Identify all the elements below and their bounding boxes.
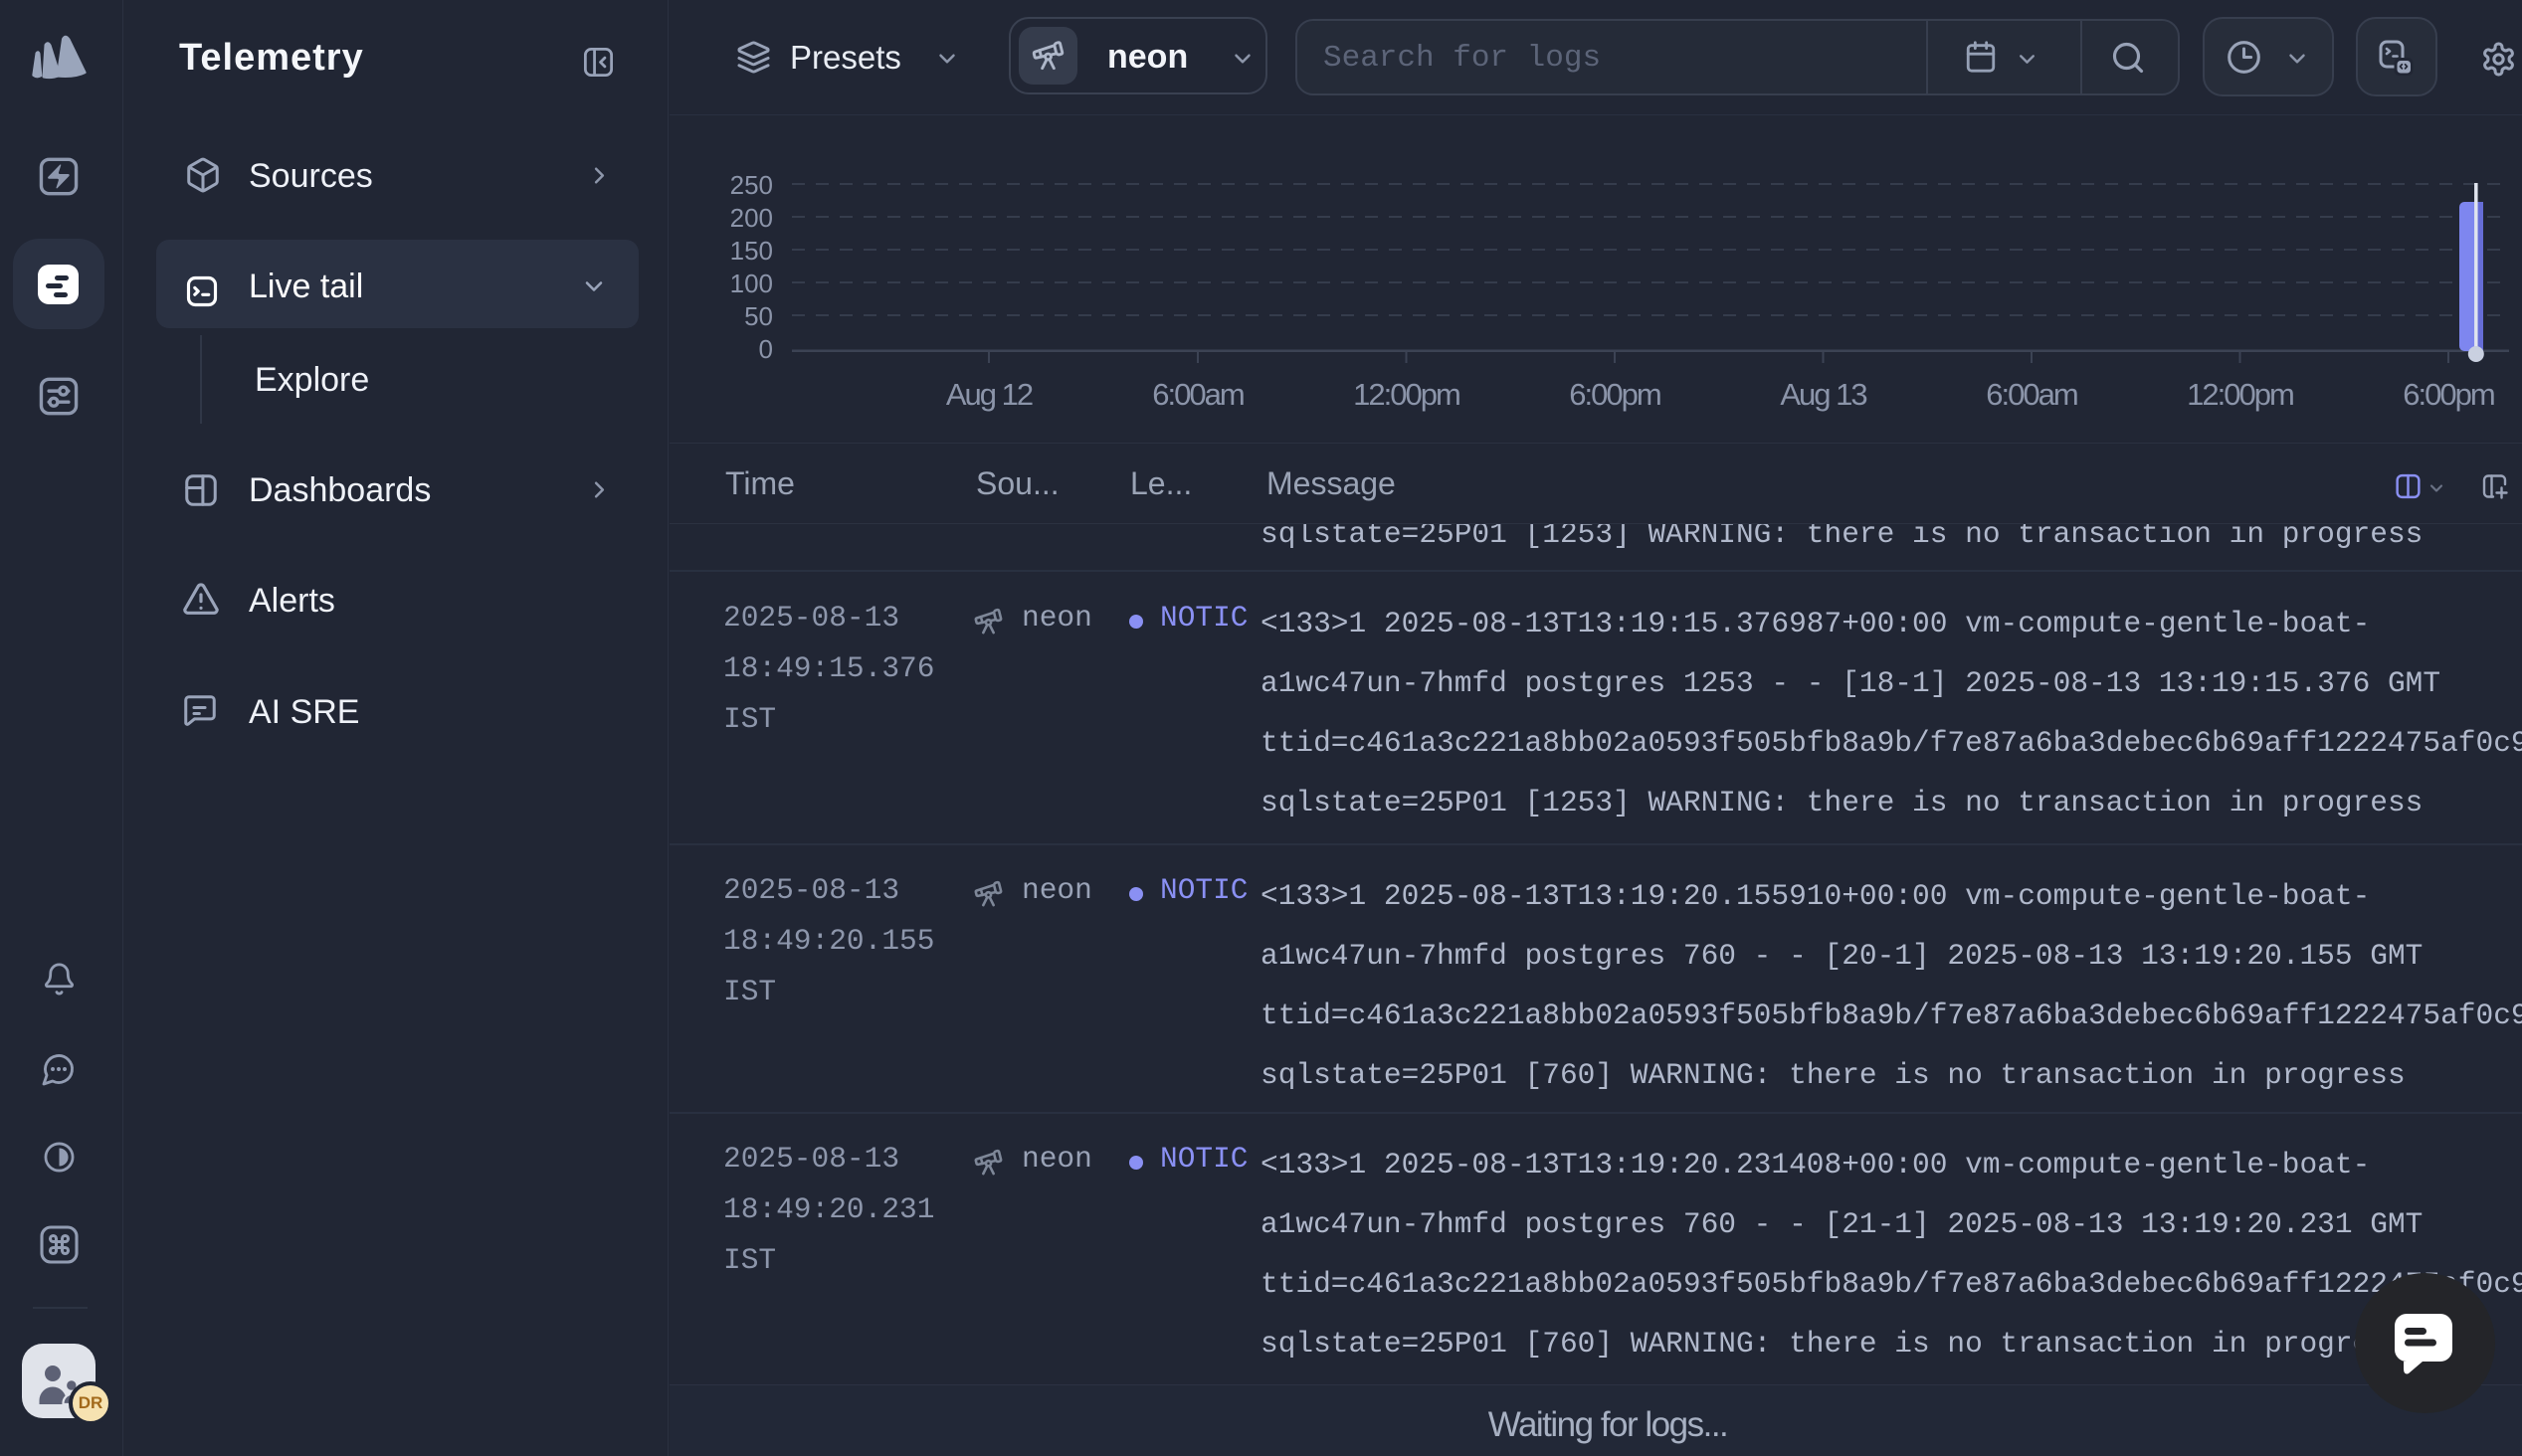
svg-text:12:00pm: 12:00pm	[2187, 377, 2293, 412]
svg-text:Aug 12: Aug 12	[946, 377, 1033, 412]
svg-text:Aug 13: Aug 13	[1780, 377, 1866, 412]
svg-text:0: 0	[759, 334, 773, 364]
svg-text:6:00am: 6:00am	[1152, 377, 1244, 412]
svg-text:250: 250	[730, 170, 773, 200]
svg-text:12:00pm: 12:00pm	[1353, 377, 1459, 412]
svg-text:100: 100	[730, 269, 773, 298]
svg-text:6:00am: 6:00am	[1986, 377, 2077, 412]
svg-text:200: 200	[730, 203, 773, 233]
svg-text:150: 150	[730, 236, 773, 266]
svg-text:6:00pm: 6:00pm	[1569, 377, 1660, 412]
svg-text:6:00pm: 6:00pm	[2403, 377, 2494, 412]
svg-text:50: 50	[744, 301, 773, 331]
